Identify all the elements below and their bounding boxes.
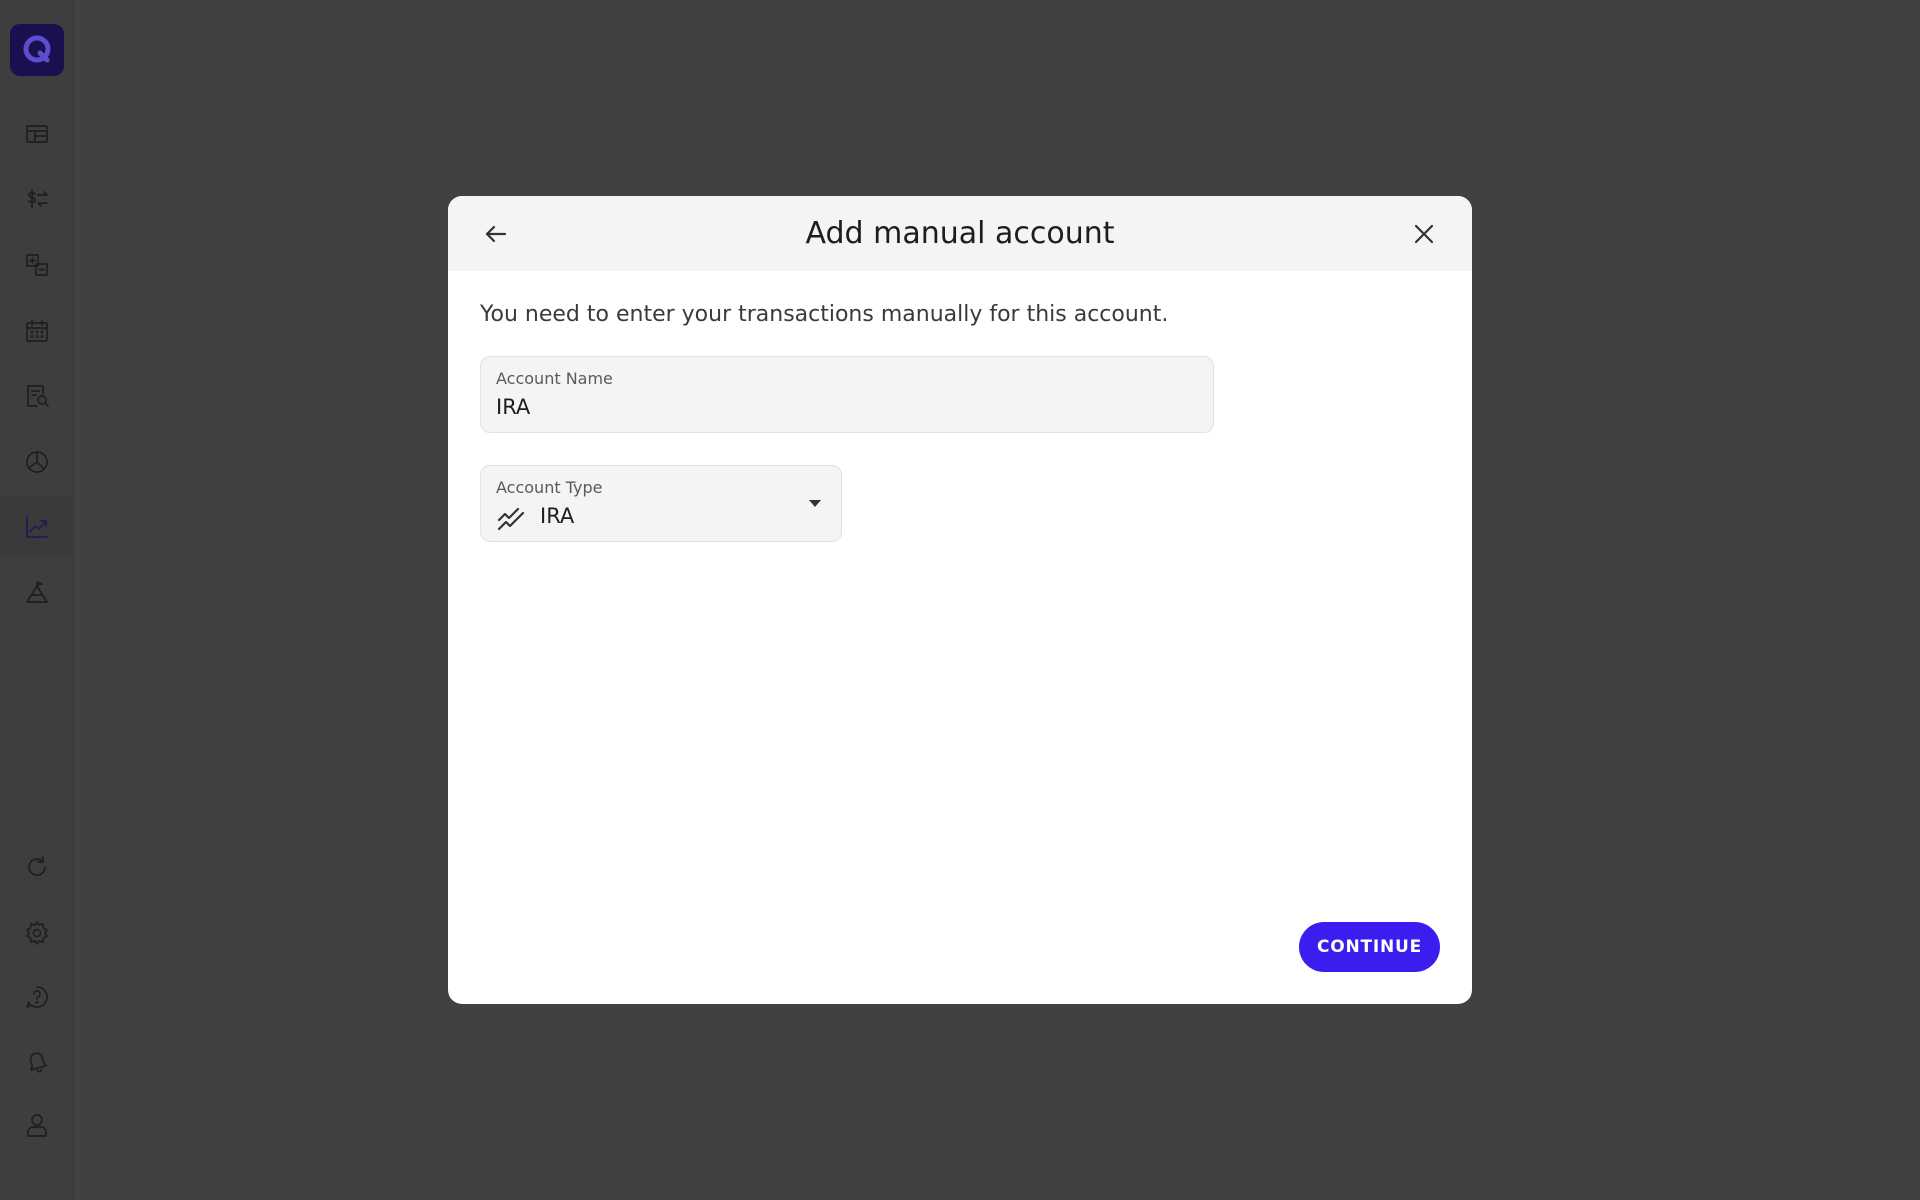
sidebar-item-help[interactable] bbox=[0, 967, 74, 1027]
sidebar-item-spending[interactable] bbox=[0, 432, 74, 492]
sidebar-item-transactions[interactable] bbox=[0, 169, 74, 229]
dialog-description: You need to enter your transactions manu… bbox=[480, 302, 1169, 327]
profile-icon bbox=[27, 1114, 47, 1137]
app-logo[interactable] bbox=[10, 24, 64, 76]
sidebar-item-planning[interactable] bbox=[0, 563, 74, 623]
sidebar-item-notifications[interactable] bbox=[0, 1031, 74, 1091]
back-button[interactable] bbox=[472, 210, 520, 258]
report-search-icon bbox=[27, 385, 49, 407]
quicken-logo-icon bbox=[23, 35, 51, 63]
sidebar-item-refresh[interactable] bbox=[0, 837, 74, 897]
arrow-left-icon bbox=[485, 225, 507, 243]
investment-trend-icon bbox=[496, 503, 526, 533]
account-name-input[interactable] bbox=[496, 393, 1196, 421]
transactions-transfer-icon bbox=[28, 189, 48, 209]
sidebar-item-investments[interactable] bbox=[0, 497, 74, 557]
account-name-label: Account Name bbox=[496, 369, 613, 388]
close-icon bbox=[1414, 224, 1434, 244]
sidebar bbox=[0, 0, 74, 1200]
add-manual-account-dialog: Add manual account You need to enter you… bbox=[448, 196, 1472, 1004]
pie-chart-icon bbox=[26, 451, 48, 473]
categories-icon bbox=[26, 254, 48, 276]
account-type-select[interactable]: Account Type IRA bbox=[480, 465, 842, 542]
notifications-bell-icon bbox=[29, 1052, 48, 1073]
close-button[interactable] bbox=[1400, 210, 1448, 258]
investments-chart-icon bbox=[26, 516, 48, 538]
sidebar-item-calendar[interactable] bbox=[0, 301, 74, 361]
chevron-down-icon bbox=[809, 500, 821, 507]
account-type-label: Account Type bbox=[496, 478, 603, 497]
sidebar-item-settings[interactable] bbox=[0, 903, 74, 963]
account-type-value: IRA bbox=[540, 504, 575, 528]
dashboard-icon bbox=[26, 125, 48, 143]
sidebar-item-profile[interactable] bbox=[0, 1095, 74, 1155]
sidebar-item-dashboard[interactable] bbox=[0, 104, 74, 164]
sidebar-item-categories[interactable] bbox=[0, 235, 74, 295]
refresh-icon bbox=[28, 856, 46, 876]
calendar-icon bbox=[26, 320, 48, 342]
account-name-field[interactable]: Account Name bbox=[480, 356, 1214, 433]
settings-gear-icon bbox=[26, 921, 48, 945]
dialog-title: Add manual account bbox=[805, 216, 1115, 251]
planning-icon bbox=[26, 581, 48, 603]
sidebar-item-reports[interactable] bbox=[0, 366, 74, 426]
continue-button[interactable]: CONTINUE bbox=[1299, 922, 1440, 972]
dialog-header: Add manual account bbox=[448, 196, 1472, 271]
help-icon bbox=[26, 986, 48, 1008]
